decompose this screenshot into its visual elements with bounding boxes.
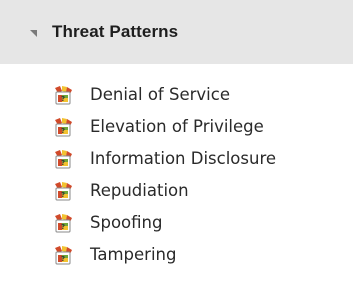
item-label: Information Disclosure (90, 149, 277, 168)
threat-pattern-list: ? Denial of Service ? Elevation of Privi… (0, 78, 353, 270)
list-item-tampering[interactable]: ? Tampering (0, 238, 353, 270)
threat-pattern-icon: ? (55, 118, 72, 137)
list-item-denial-of-service[interactable]: ? Denial of Service (0, 78, 353, 110)
svg-text:?: ? (61, 223, 65, 231)
threat-pattern-icon: ? (55, 214, 72, 233)
group-header-threat-patterns[interactable]: Threat Patterns (0, 0, 353, 64)
svg-text:?: ? (61, 255, 65, 263)
group-title: Threat Patterns (52, 22, 179, 41)
svg-text:?: ? (61, 127, 65, 135)
list-item-repudiation[interactable]: ? Repudiation (0, 174, 353, 206)
svg-text:?: ? (61, 159, 65, 167)
threat-pattern-icon: ? (55, 246, 72, 265)
item-label: Elevation of Privilege (90, 117, 264, 136)
list-item-elevation-of-privilege[interactable]: ? Elevation of Privilege (0, 110, 353, 142)
list-item-spoofing[interactable]: ? Spoofing (0, 206, 353, 238)
svg-text:?: ? (61, 95, 65, 103)
threat-pattern-icon: ? (55, 150, 72, 169)
item-label: Spoofing (90, 213, 163, 232)
threat-pattern-icon: ? (55, 86, 72, 105)
item-label: Denial of Service (90, 85, 230, 104)
item-label: Tampering (90, 245, 177, 264)
item-label: Repudiation (90, 181, 189, 200)
svg-text:?: ? (61, 191, 65, 199)
toolbox-panel: Threat Patterns ? Denial of Service ? El… (0, 0, 353, 302)
collapse-arrow-icon[interactable] (30, 30, 37, 37)
threat-pattern-icon: ? (55, 182, 72, 201)
list-item-information-disclosure[interactable]: ? Information Disclosure (0, 142, 353, 174)
